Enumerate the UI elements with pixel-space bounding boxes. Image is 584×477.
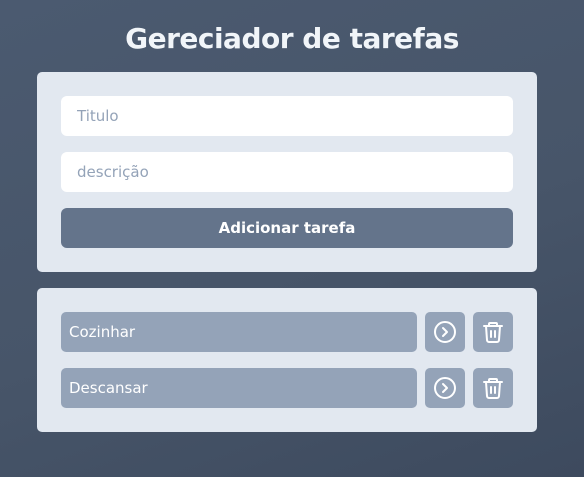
task-title-button[interactable]: Cozinhar [61,312,417,352]
chevron-right-circle-icon [433,320,457,344]
title-input[interactable] [61,96,513,136]
trash-icon [481,320,505,344]
task-list-panel: Cozinhar Descansar [37,288,537,432]
open-task-button[interactable] [425,312,465,352]
task-item: Cozinhar [61,312,513,352]
task-title-button[interactable]: Descansar [61,368,417,408]
chevron-right-circle-icon [433,376,457,400]
delete-task-button[interactable] [473,368,513,408]
task-form-panel: Adicionar tarefa [37,72,537,272]
task-item: Descansar [61,368,513,408]
description-input[interactable] [61,152,513,192]
trash-icon [481,376,505,400]
open-task-button[interactable] [425,368,465,408]
add-task-button[interactable]: Adicionar tarefa [61,208,513,248]
page-title: Gereciador de tarefas [125,22,459,55]
delete-task-button[interactable] [473,312,513,352]
